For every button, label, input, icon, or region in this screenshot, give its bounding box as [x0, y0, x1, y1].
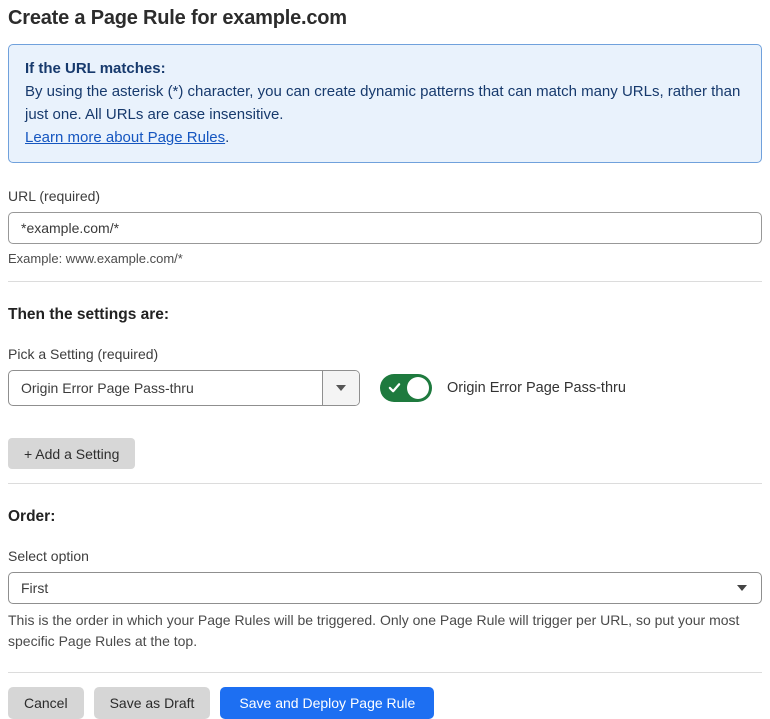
order-select[interactable]: First [8, 572, 762, 604]
add-setting-button[interactable]: + Add a Setting [8, 438, 136, 469]
origin-error-toggle[interactable] [380, 374, 432, 402]
save-and-deploy-button[interactable]: Save and Deploy Page Rule [220, 687, 435, 719]
url-match-info-box: If the URL matches: By using the asteris… [8, 44, 762, 163]
toggle-label: Origin Error Page Pass-thru [447, 380, 626, 396]
order-section-heading: Order: [8, 508, 56, 525]
settings-section-heading: Then the settings are: [8, 306, 170, 323]
toggle-knob [407, 377, 429, 399]
order-select-label: Select option [8, 548, 89, 564]
section-divider [8, 483, 762, 484]
section-divider [8, 281, 762, 282]
chevron-down-icon [336, 385, 346, 391]
order-helper-text: This is the order in which your Page Rul… [8, 612, 740, 649]
learn-more-link[interactable]: Learn more about Page Rules [25, 129, 225, 146]
chevron-down-icon [737, 585, 747, 591]
info-box-body: By using the asterisk (*) character, you… [25, 83, 741, 123]
check-icon [388, 383, 401, 393]
link-suffix: . [225, 129, 230, 146]
save-as-draft-button[interactable]: Save as Draft [93, 687, 211, 719]
url-input[interactable] [8, 212, 762, 244]
order-select-value: First [21, 580, 49, 596]
footer-actions: Cancel Save as Draft Save and Deploy Pag… [8, 687, 762, 719]
page-title: Create a Page Rule for example.com [8, 7, 347, 29]
info-box-heading: If the URL matches: [25, 60, 166, 77]
setting-dropdown-caret-button[interactable] [322, 371, 359, 405]
setting-dropdown-value: Origin Error Page Pass-thru [21, 380, 194, 396]
url-example-helper: Example: www.example.com/* [8, 251, 183, 266]
info-box-link-line: Learn more about Page Rules. [25, 126, 745, 149]
create-page-rule-form: Create a Page Rule for example.com If th… [0, 7, 770, 719]
footer-divider [8, 672, 762, 673]
setting-dropdown[interactable]: Origin Error Page Pass-thru [8, 370, 360, 406]
pick-setting-label: Pick a Setting (required) [8, 346, 159, 362]
url-field-label: URL (required) [8, 188, 101, 204]
setting-row: Origin Error Page Pass-thru Origin Error… [8, 370, 762, 406]
cancel-button[interactable]: Cancel [8, 687, 84, 719]
